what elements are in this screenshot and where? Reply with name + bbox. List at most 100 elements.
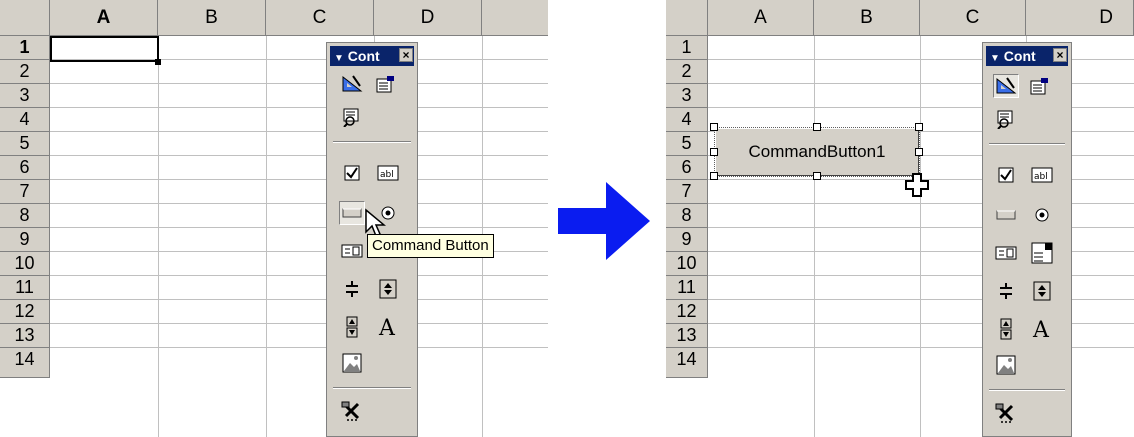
command-button-icon[interactable] <box>339 201 365 225</box>
row-header-10[interactable]: 10 <box>0 252 50 276</box>
row-header-11[interactable]: 11 <box>0 276 50 300</box>
toolbox-title-bar[interactable]: ▼ Cont × <box>986 46 1068 66</box>
row-header-7[interactable]: 7 <box>666 180 708 204</box>
option-button-icon[interactable] <box>1029 203 1055 227</box>
toolbox-separator <box>989 143 1065 145</box>
properties-icon[interactable] <box>1027 74 1053 98</box>
toolbox-menu-arrow-icon[interactable]: ▼ <box>990 53 1000 64</box>
row-header-5[interactable]: 5 <box>666 132 708 156</box>
listbox-icon[interactable] <box>339 239 365 263</box>
toolbox-title-bar[interactable]: ▼ Cont × <box>330 46 414 66</box>
row-header-7[interactable]: 7 <box>0 180 50 204</box>
image-icon[interactable] <box>339 351 365 375</box>
column-header-d[interactable]: D <box>374 0 482 36</box>
fill-handle[interactable] <box>155 59 161 65</box>
row-header-9[interactable]: 9 <box>666 228 708 252</box>
resize-handle[interactable] <box>813 123 821 131</box>
row-header-12[interactable]: 12 <box>0 300 50 324</box>
image-icon[interactable] <box>993 353 1019 377</box>
toggle-button-icon[interactable] <box>339 277 365 301</box>
row-header-4[interactable]: 4 <box>666 108 708 132</box>
toggle-button-icon[interactable] <box>993 279 1019 303</box>
command-button-icon[interactable] <box>993 203 1019 227</box>
textbox-icon[interactable]: abl <box>375 161 401 185</box>
row-header-9[interactable]: 9 <box>0 228 50 252</box>
view-code-icon[interactable] <box>993 107 1019 131</box>
column-header-c[interactable]: C <box>920 0 1026 36</box>
gridline <box>266 36 267 437</box>
row-header-13[interactable]: 13 <box>666 324 708 348</box>
select-all-corner[interactable] <box>0 0 50 36</box>
row-header-10[interactable]: 10 <box>666 252 708 276</box>
command-button-1[interactable]: CommandButton1 <box>715 128 919 176</box>
gridline <box>50 299 548 300</box>
svg-text:abl: abl <box>380 170 394 180</box>
select-all-corner[interactable] <box>666 0 708 36</box>
resize-handle[interactable] <box>710 172 718 180</box>
gridline <box>50 107 548 108</box>
spin-button-icon[interactable] <box>993 317 1019 341</box>
spin-button-icon[interactable] <box>339 315 365 339</box>
svg-text:A: A <box>378 316 396 338</box>
combobox-icon[interactable] <box>1029 241 1055 265</box>
scrollbar-icon[interactable] <box>375 277 401 301</box>
gridline <box>50 275 548 276</box>
column-header-d[interactable]: D <box>1026 0 1134 36</box>
column-header-a[interactable]: A <box>708 0 814 36</box>
row-header-8[interactable]: 8 <box>0 204 50 228</box>
column-header-a[interactable]: A <box>50 0 158 36</box>
row-header-1[interactable]: 1 <box>666 36 708 60</box>
properties-icon[interactable] <box>373 72 399 96</box>
resize-handle[interactable] <box>710 148 718 156</box>
resize-handle[interactable] <box>813 172 821 180</box>
gridline <box>50 155 548 156</box>
row-header-6[interactable]: 6 <box>666 156 708 180</box>
more-controls-icon[interactable] <box>993 401 1019 425</box>
label-icon[interactable]: A <box>1029 317 1055 341</box>
row-header-4[interactable]: 4 <box>0 108 50 132</box>
scrollbar-icon[interactable] <box>1029 279 1055 303</box>
design-mode-icon[interactable] <box>339 72 365 96</box>
listbox-icon[interactable] <box>993 241 1019 265</box>
checkbox-icon[interactable] <box>993 163 1019 187</box>
resize-handle[interactable] <box>915 148 923 156</box>
toolbox-menu-arrow-icon[interactable]: ▼ <box>334 53 344 64</box>
gridline <box>50 203 548 204</box>
label-icon[interactable]: A <box>375 315 401 339</box>
tooltip: Command Button <box>367 234 494 258</box>
column-header-b[interactable]: B <box>814 0 920 36</box>
resize-handle[interactable] <box>710 123 718 131</box>
active-cell-a1[interactable] <box>50 36 159 62</box>
gridline <box>50 131 548 132</box>
view-code-icon[interactable] <box>339 105 365 129</box>
close-icon[interactable]: × <box>399 48 413 62</box>
row-header-6[interactable]: 6 <box>0 156 50 180</box>
left-spreadsheet: A B C D E 1 2 3 4 5 6 7 8 9 10 11 12 13 … <box>0 0 548 437</box>
row-header-13[interactable]: 13 <box>0 324 50 348</box>
row-header-12[interactable]: 12 <box>666 300 708 324</box>
row-header-3[interactable]: 3 <box>666 84 708 108</box>
column-header-b[interactable]: B <box>158 0 266 36</box>
row-header-2[interactable]: 2 <box>0 60 50 84</box>
gridline <box>50 323 548 324</box>
more-controls-icon[interactable] <box>339 399 365 423</box>
toolbox-title: Cont <box>347 48 380 64</box>
gridline <box>158 36 159 437</box>
resize-handle[interactable] <box>915 123 923 131</box>
gridline <box>50 179 548 180</box>
close-icon[interactable]: × <box>1053 48 1067 62</box>
checkbox-icon[interactable] <box>339 161 365 185</box>
textbox-icon[interactable]: abl <box>1029 163 1055 187</box>
row-header-3[interactable]: 3 <box>0 84 50 108</box>
row-header-1[interactable]: 1 <box>0 36 50 60</box>
toolbox-title: Cont <box>1003 48 1036 64</box>
row-header-2[interactable]: 2 <box>666 60 708 84</box>
column-header-e[interactable]: E <box>482 0 548 36</box>
column-header-c[interactable]: C <box>266 0 374 36</box>
row-header-11[interactable]: 11 <box>666 276 708 300</box>
row-header-8[interactable]: 8 <box>666 204 708 228</box>
row-header-14[interactable]: 14 <box>666 348 708 378</box>
design-mode-icon[interactable] <box>993 74 1019 98</box>
row-header-5[interactable]: 5 <box>0 132 50 156</box>
row-header-14[interactable]: 14 <box>0 348 50 378</box>
